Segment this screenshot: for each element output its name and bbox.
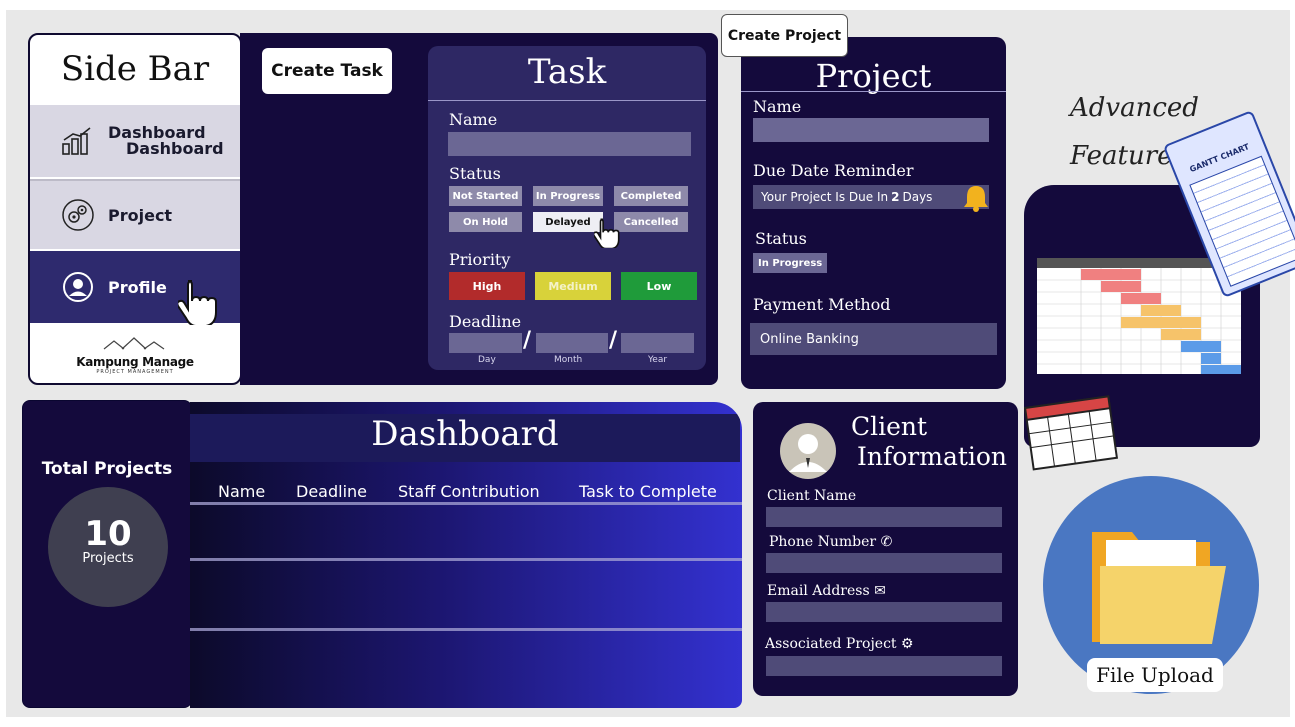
project-status-label: Status [755, 229, 807, 248]
task-form: Task Name Status Not Started In Progress… [428, 46, 706, 370]
deadline-year-input[interactable] [621, 333, 694, 353]
email-address-input[interactable] [766, 602, 1002, 622]
sidebar-item-label: Profile [108, 277, 167, 297]
status-completed[interactable]: Completed [614, 186, 688, 206]
email-address-text: Email Address [767, 583, 870, 599]
user-icon [60, 269, 96, 305]
table-row-divider [190, 558, 742, 561]
task-deadline-label: Deadline [449, 312, 522, 331]
task-form-title: Task [527, 52, 607, 92]
phone-icon: ✆ [880, 534, 893, 550]
hand-cursor-icon [592, 218, 620, 252]
deadline-month-input[interactable] [536, 333, 608, 353]
associated-project-text: Associated Project [765, 636, 897, 652]
due-date-label: Due Date Reminder [753, 161, 914, 180]
logo: Kampung Manage PROJECT MANAGEMENT [30, 335, 240, 375]
table-row-divider [190, 628, 742, 631]
divider [741, 91, 1006, 92]
table-row-divider [190, 502, 742, 505]
chart-icon [60, 123, 96, 159]
project-status-badge[interactable]: In Progress [753, 253, 827, 273]
gears-icon: ⚙ [900, 636, 914, 652]
logo-houses-icon [103, 337, 165, 350]
dashboard-panel: Dashboard Name Deadline Staff Contributi… [190, 402, 742, 708]
column-staff-contribution[interactable]: Staff Contribution [398, 482, 540, 501]
client-title-line2: Information [857, 442, 1008, 471]
hand-cursor-icon [176, 279, 218, 329]
sidebar-item-label: Dashboard Dashboard [108, 125, 224, 157]
stats-card: Total Projects 10 Projects [22, 400, 192, 708]
calendar-icon [1015, 392, 1125, 478]
column-task-to-complete[interactable]: Task to Complete [579, 482, 717, 501]
envelope-icon: ✉ [874, 583, 886, 599]
sidebar-item-profile[interactable]: Profile [30, 251, 240, 327]
advanced-title-line1: Advanced [1070, 93, 1199, 123]
task-priority-label: Priority [449, 250, 511, 269]
project-form: Project Name Due Date Reminder Your Proj… [741, 37, 1006, 389]
client-title-line1: Client [851, 412, 928, 441]
task-status-label: Status [449, 164, 501, 183]
priority-low[interactable]: Low [621, 272, 697, 300]
phone-number-label: Phone Number ✆ [769, 534, 892, 550]
priority-medium[interactable]: Medium [535, 272, 611, 300]
divider [428, 100, 706, 101]
phone-number-input[interactable] [766, 553, 1002, 573]
logo-name: Kampung Manage [76, 355, 194, 369]
deadline-day-input[interactable] [449, 333, 522, 353]
deadline-month-caption: Month [554, 355, 583, 365]
sidebar-title: Side Bar [60, 49, 210, 89]
folder-icon [1086, 522, 1234, 656]
task-name-label: Name [449, 110, 498, 129]
client-name-label: Client Name [767, 488, 857, 504]
associated-project-input[interactable] [766, 656, 1002, 676]
due-text-suffix: Days [902, 190, 933, 204]
deadline-year-caption: Year [648, 355, 668, 365]
create-project-button[interactable]: Create Project [721, 14, 848, 57]
email-address-label: Email Address ✉ [767, 583, 886, 599]
project-name-label: Name [753, 97, 802, 116]
payment-method-select[interactable]: Online Banking [750, 323, 997, 355]
status-on-hold[interactable]: On Hold [449, 212, 522, 232]
priority-high[interactable]: High [449, 272, 525, 300]
due-date-reminder: Your Project Is Due In 2 Days [753, 185, 989, 209]
avatar [779, 422, 837, 484]
separator-slash: / [609, 328, 618, 353]
payment-method-label: Payment Method [753, 295, 891, 314]
due-days: 2 [891, 190, 900, 204]
project-name-input[interactable] [753, 118, 989, 142]
sidebar-item-project[interactable]: Project [30, 179, 240, 249]
status-delayed[interactable]: Delayed [533, 212, 603, 232]
file-upload-label[interactable]: File Upload [1087, 658, 1223, 692]
task-name-input[interactable] [448, 132, 691, 156]
separator-slash: / [523, 328, 532, 353]
sidebar-item-label: Project [108, 205, 173, 225]
client-name-input[interactable] [766, 507, 1002, 527]
column-deadline[interactable]: Deadline [296, 482, 367, 501]
logo-sub: PROJECT MANAGEMENT [96, 369, 174, 375]
client-info-title: Client Information [851, 412, 1007, 472]
due-text-prefix: Your Project Is Due In [761, 190, 889, 204]
total-projects-title: Total Projects [41, 459, 173, 479]
associated-project-label: Associated Project ⚙ [765, 636, 914, 652]
deadline-day-caption: Day [478, 355, 496, 365]
column-name[interactable]: Name [218, 482, 265, 501]
status-in-progress[interactable]: In Progress [533, 186, 603, 206]
status-not-started[interactable]: Not Started [449, 186, 522, 206]
dashboard-title: Dashboard [190, 414, 740, 462]
gears-icon [60, 197, 96, 233]
gantt-preview [1037, 258, 1241, 374]
client-info-card: Client Information Client Name Phone Num… [753, 402, 1018, 696]
project-form-title: Project [815, 57, 932, 95]
status-cancelled[interactable]: Cancelled [614, 212, 688, 232]
total-projects-count: 10 [84, 514, 132, 554]
sidebar: Side Bar Dashboard Dashboard Project Pro… [28, 33, 242, 385]
sidebar-item-label-line2: Dashboard [126, 139, 224, 158]
total-projects-unit: Projects [82, 551, 134, 566]
bell-icon [963, 184, 989, 216]
total-projects-circle: 10 Projects [48, 487, 168, 607]
create-task-button[interactable]: Create Task [262, 48, 392, 94]
sidebar-item-dashboard[interactable]: Dashboard Dashboard [30, 105, 240, 177]
phone-number-text: Phone Number [769, 534, 877, 550]
gantt-chart-illustration [1037, 258, 1241, 374]
